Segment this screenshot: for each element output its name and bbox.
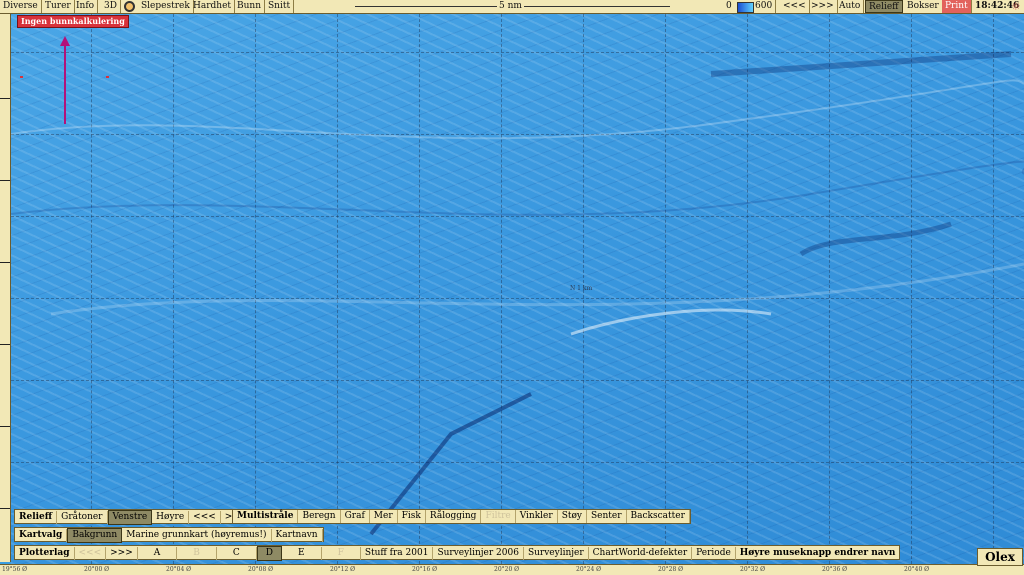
ralogging-button[interactable]: Rålogging <box>426 510 482 523</box>
kartvalg-panel: Kartvalg Bakgrunn Marine grunnkart (høyrem… <box>14 527 324 543</box>
filtre-button[interactable]: Filtre <box>481 510 516 523</box>
layer-a-button[interactable]: A <box>138 547 178 560</box>
menu-diverse[interactable]: Diverse <box>0 0 42 13</box>
marine-grunnkart-button[interactable]: Marine grunnkart (høyremus!) <box>122 529 272 542</box>
relieff-panel-title: Relieff <box>15 511 58 524</box>
menu-3d[interactable]: 3D <box>101 0 121 13</box>
lon-label: 20°24 Ø <box>576 566 602 573</box>
kartnavn-button[interactable]: Kartnavn <box>272 529 323 542</box>
center-label: N 1 km <box>570 285 593 292</box>
mer-button[interactable]: Mer <box>370 510 398 523</box>
fisk-button[interactable]: Fisk <box>398 510 426 523</box>
multistrale-panel-title: Multistråle <box>233 510 299 523</box>
auto-button[interactable]: Auto <box>836 0 865 13</box>
beregn-button[interactable]: Beregn <box>298 510 341 523</box>
north-arrow-icon <box>60 36 70 124</box>
relieff-button[interactable]: Relieff <box>865 0 903 13</box>
stoy-button[interactable]: Støy <box>558 510 587 523</box>
layer-e-button[interactable]: E <box>282 547 322 560</box>
latitude-ruler <box>0 14 11 562</box>
lon-label: 20°40 Ø <box>904 566 930 573</box>
menu-hardhet[interactable]: Hardhet <box>190 0 236 13</box>
relieff-panel: RelieffGråtonerVenstreHøyre<<<>>> <box>14 509 254 525</box>
plotter-prev-button[interactable]: <<< <box>75 547 107 560</box>
next-button[interactable]: >>> <box>808 0 838 13</box>
lon-label: 19°56 Ø <box>2 566 28 573</box>
layer-b-button[interactable]: B <box>177 547 217 560</box>
lon-label: 20°08 Ø <box>248 566 274 573</box>
gratoner-button[interactable]: Gråtoner <box>57 511 108 524</box>
rename-hint: Høyre museknapp endrer navn <box>739 548 896 558</box>
chartworld-defekter-button[interactable]: ChartWorld-defekter <box>589 547 693 560</box>
menu-bunn[interactable]: Bunn <box>234 0 266 13</box>
no-bottom-calc-alert: Ingen bunnkalkulering <box>17 15 129 28</box>
kartvalg-panel-title: Kartvalg <box>15 529 68 542</box>
depth-max: 600 <box>752 0 777 13</box>
stuff-2001-button[interactable]: Stuff fra 2001 <box>361 547 434 560</box>
layer-d-button[interactable]: D <box>256 546 282 561</box>
marker-icon <box>20 76 23 78</box>
top-toolbar: Diverse Turer Info 3D Slepestrek Hardhet… <box>0 0 1024 14</box>
longitude-ruler: 19°56 Ø 20°00 Ø 20°04 Ø 20°08 Ø 20°12 Ø … <box>0 564 1024 575</box>
periode-button[interactable]: Periode <box>692 547 736 560</box>
bakgrunn-button[interactable]: Bakgrunn <box>67 528 123 543</box>
sun-icon[interactable]: ☼ <box>1011 1 1022 12</box>
graf-button[interactable]: Graf <box>341 510 370 523</box>
lon-label: 20°20 Ø <box>494 566 520 573</box>
layer-c-button[interactable]: C <box>217 547 257 560</box>
vinkler-button[interactable]: Vinkler <box>516 510 558 523</box>
relief-map[interactable] <box>11 14 1024 564</box>
lon-label: 20°04 Ø <box>166 566 192 573</box>
depth-min: 0 <box>726 1 732 11</box>
lon-label: 20°16 Ø <box>412 566 438 573</box>
lon-label: 20°12 Ø <box>330 566 356 573</box>
menu-snitt[interactable]: Snitt <box>265 0 295 13</box>
backscatter-button[interactable]: Backscatter <box>627 510 690 523</box>
lon-label: 20°32 Ø <box>740 566 766 573</box>
scale-label: 5 nm <box>497 0 524 13</box>
surveylinjer-button[interactable]: Surveylinjer <box>524 547 589 560</box>
seabed-texture <box>11 51 1024 536</box>
plotterlag-panel: Plotterlag <<< >>> A B C D E F Stuff fra 2001 Surv… <box>14 545 901 561</box>
multistrale-panel: Multistråle Beregn Graf Mer Fisk Rålogging Fil… <box>232 509 691 524</box>
bokser-button[interactable]: Bokser <box>904 0 943 13</box>
lon-label: 20°00 Ø <box>84 566 110 573</box>
menu-turer[interactable]: Turer <box>42 0 75 13</box>
print-button[interactable]: Print <box>942 0 972 13</box>
menu-slepestrek[interactable]: Slepestrek <box>138 0 194 13</box>
lon-label: 20°28 Ø <box>658 566 684 573</box>
lon-label: 20°36 Ø <box>822 566 848 573</box>
marker-icon <box>106 76 109 78</box>
venstre-button[interactable]: Venstre <box>107 510 153 525</box>
olex-logo: Olex <box>977 548 1023 566</box>
target-icon[interactable] <box>124 1 135 12</box>
layer-f-button[interactable]: F <box>322 547 361 560</box>
prev-button[interactable]: <<< <box>780 0 810 13</box>
plotterlag-panel-title: Plotterlag <box>15 547 75 560</box>
surveylinjer-2006-button[interactable]: Surveylinjer 2006 <box>433 547 524 560</box>
hoyre-button[interactable]: Høyre <box>152 511 190 524</box>
senter-button[interactable]: Senter <box>587 510 627 523</box>
relieff-prev-button[interactable]: <<< <box>189 511 221 524</box>
menu-info[interactable]: Info <box>73 0 99 13</box>
plotter-next-button[interactable]: >>> <box>106 547 138 560</box>
